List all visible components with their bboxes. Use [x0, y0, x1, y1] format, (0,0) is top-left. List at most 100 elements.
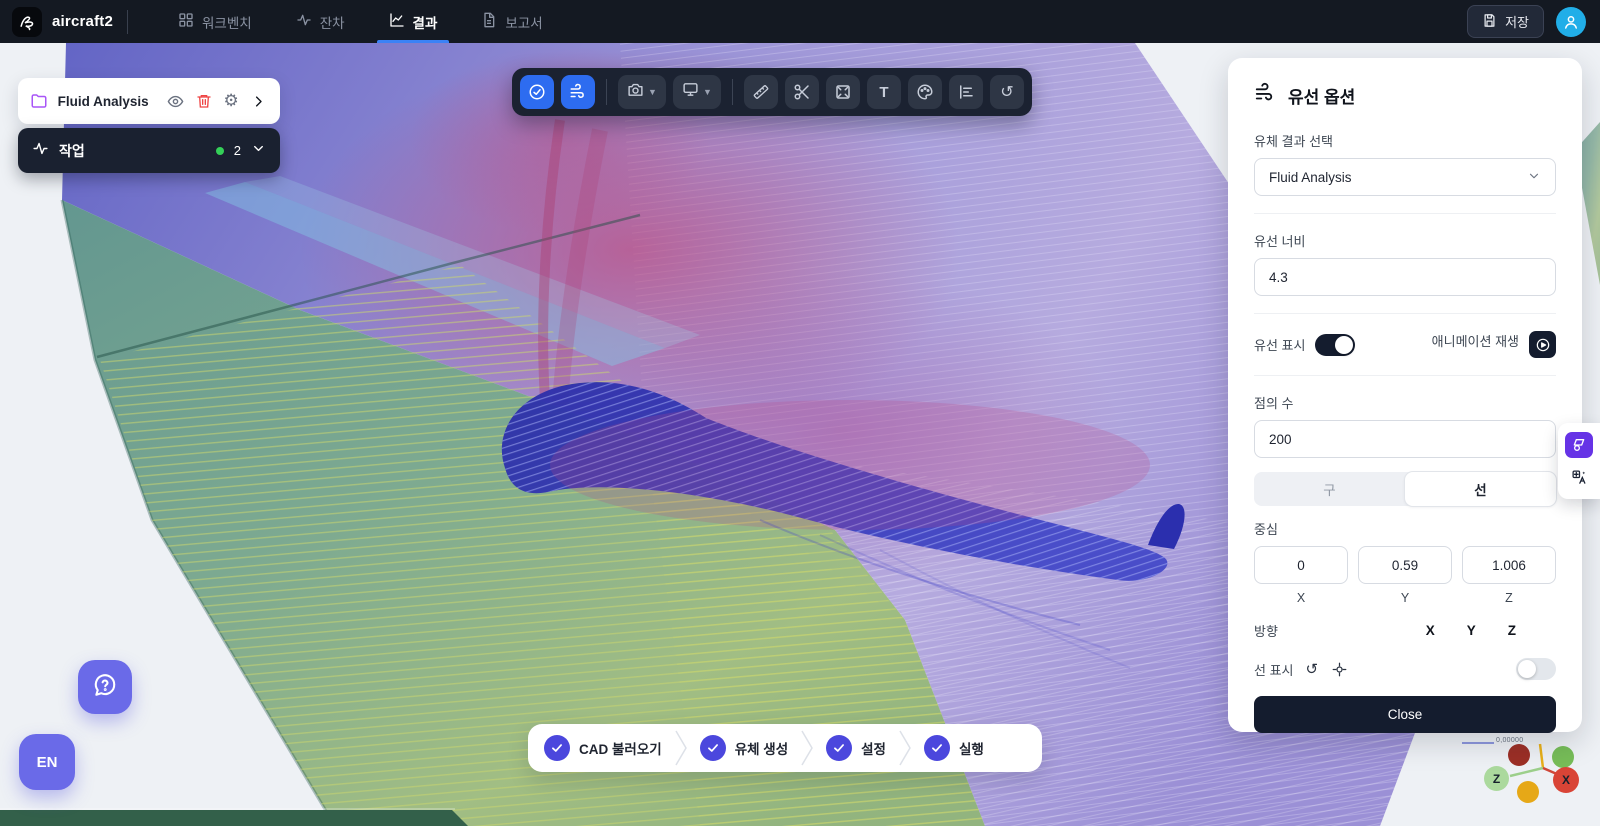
undo-icon[interactable]: ↺ [1306, 660, 1319, 678]
show-streamlines-toggle[interactable] [1315, 334, 1355, 356]
gizmo-neg-x-ball[interactable] [1508, 744, 1530, 766]
wind-icon [1254, 82, 1276, 109]
shapes-tool-button[interactable] [1565, 432, 1593, 458]
translate-icon[interactable] [1565, 464, 1593, 490]
step-run[interactable]: 실행 [924, 735, 984, 761]
axis-x-label: X [1254, 591, 1348, 605]
display-mode-button[interactable]: ▼ [673, 75, 721, 109]
screenshot-button[interactable]: ▼ [618, 75, 666, 109]
animation-label: 애니메이션 재생 [1432, 331, 1519, 350]
nav-tab-residuals[interactable]: 잔차 [274, 0, 367, 43]
fluid-result-select[interactable]: Fluid Analysis [1254, 158, 1556, 196]
legend-icon[interactable] [949, 75, 983, 109]
line-display-label: 선 표시 [1254, 660, 1294, 679]
axis-gizmo[interactable]: Z X [1460, 730, 1600, 826]
target-icon[interactable] [1332, 662, 1347, 677]
report-icon [481, 12, 497, 31]
eye-icon[interactable] [167, 90, 186, 112]
user-avatar[interactable] [1556, 7, 1586, 37]
ruler-icon[interactable] [744, 75, 778, 109]
gizmo-x-ball[interactable]: X [1553, 767, 1579, 793]
direction-x[interactable]: X [1426, 623, 1435, 638]
caret-down-icon: ▼ [648, 87, 657, 97]
text-icon[interactable]: T [867, 75, 901, 109]
center-label: 중심 [1254, 519, 1556, 538]
check-icon [700, 735, 726, 761]
streamline-options-panel: 유선 옵션 유체 결과 선택 Fluid Analysis 유선 너비 유선 표… [1228, 58, 1582, 732]
axis-y-label: Y [1358, 591, 1452, 605]
gizmo-neg-y-ball[interactable] [1517, 781, 1539, 803]
gizmo-neg-z-ball[interactable] [1552, 746, 1574, 768]
save-button[interactable]: 저장 [1467, 5, 1544, 38]
line-display-toggle[interactable] [1516, 658, 1556, 680]
main-nav: 워크벤치 잔차 결과 보고서 [156, 0, 565, 43]
gear-icon[interactable]: ⚙ [222, 90, 241, 112]
scale-readout: 0,00000 [1496, 737, 1523, 744]
center-y-input[interactable] [1358, 546, 1452, 584]
chevron-down-icon [251, 141, 266, 161]
folder-icon [30, 90, 49, 112]
result-select-label: 유체 결과 선택 [1254, 131, 1556, 150]
caret-down-icon: ▼ [703, 87, 712, 97]
play-animation-button[interactable] [1529, 331, 1556, 358]
step-load-cad[interactable]: CAD 불러오기 [544, 735, 662, 761]
language-button[interactable]: EN [19, 734, 75, 790]
check-icon [544, 735, 570, 761]
project-name: Fluid Analysis [58, 94, 149, 109]
seed-type-segment: 구 선 [1254, 472, 1556, 506]
help-button[interactable] [78, 660, 132, 714]
nav-tab-results[interactable]: 결과 [367, 0, 460, 43]
check-icon [826, 735, 852, 761]
points-field-label: 점의 수 [1254, 393, 1556, 412]
center-z-input[interactable] [1462, 546, 1556, 584]
show-streamlines-label: 유선 표시 [1254, 335, 1305, 354]
direction-z[interactable]: Z [1508, 623, 1516, 638]
tasks-label: 작업 [59, 141, 85, 161]
chat-question-icon [92, 672, 118, 703]
activity-icon [32, 140, 49, 162]
side-tools-panel [1558, 423, 1600, 499]
workflow-stepper: CAD 불러오기 유체 생성 설정 실행 [528, 724, 1042, 772]
gizmo-z-ball[interactable]: Z [1484, 766, 1509, 791]
camera-icon [627, 81, 644, 103]
tasks-panel-header[interactable]: 작업 2 [18, 128, 280, 173]
activity-icon [296, 12, 312, 31]
monitor-icon [682, 81, 699, 103]
top-app-bar: aircraft2 워크벤치 잔차 결과 보고서 저장 [0, 0, 1600, 43]
close-panel-button[interactable]: Close [1254, 696, 1556, 733]
step-separator-icon [674, 729, 688, 767]
trash-icon[interactable] [194, 90, 213, 112]
check-icon [924, 735, 950, 761]
palette-icon[interactable] [908, 75, 942, 109]
header-divider [127, 10, 128, 34]
scene-tree-card: Fluid Analysis ⚙ [18, 78, 280, 124]
app-logo-icon[interactable] [12, 7, 42, 37]
axis-z-label: Z [1462, 591, 1556, 605]
step-generate-fluid[interactable]: 유체 생성 [700, 735, 788, 761]
save-icon [1482, 13, 1497, 31]
points-count-input[interactable] [1254, 420, 1556, 458]
nav-tab-report[interactable]: 보고서 [459, 0, 564, 43]
direction-y[interactable]: Y [1467, 623, 1476, 638]
step-separator-icon [898, 729, 912, 767]
panel-title: 유선 옵션 [1288, 83, 1355, 108]
direction-label: 방향 [1254, 621, 1278, 640]
chevron-down-icon [1527, 169, 1541, 186]
reset-view-icon[interactable]: ↺ [990, 75, 1024, 109]
center-x-input[interactable] [1254, 546, 1348, 584]
tasks-count: 2 [234, 143, 241, 158]
check-circle-icon[interactable] [520, 75, 554, 109]
streamlines-icon[interactable] [561, 75, 595, 109]
seed-type-line[interactable]: 선 [1405, 472, 1556, 506]
capture-region-icon[interactable] [826, 75, 860, 109]
streamline-width-input[interactable] [1254, 258, 1556, 296]
step-separator-icon [800, 729, 814, 767]
chart-icon [389, 12, 405, 31]
width-field-label: 유선 너비 [1254, 231, 1556, 250]
nav-tab-workbench[interactable]: 워크벤치 [156, 0, 274, 43]
seed-type-sphere[interactable]: 구 [1254, 472, 1405, 506]
scissors-icon[interactable] [785, 75, 819, 109]
grid-icon [178, 12, 194, 31]
step-settings[interactable]: 설정 [826, 735, 886, 761]
chevron-right-icon[interactable] [249, 90, 268, 112]
